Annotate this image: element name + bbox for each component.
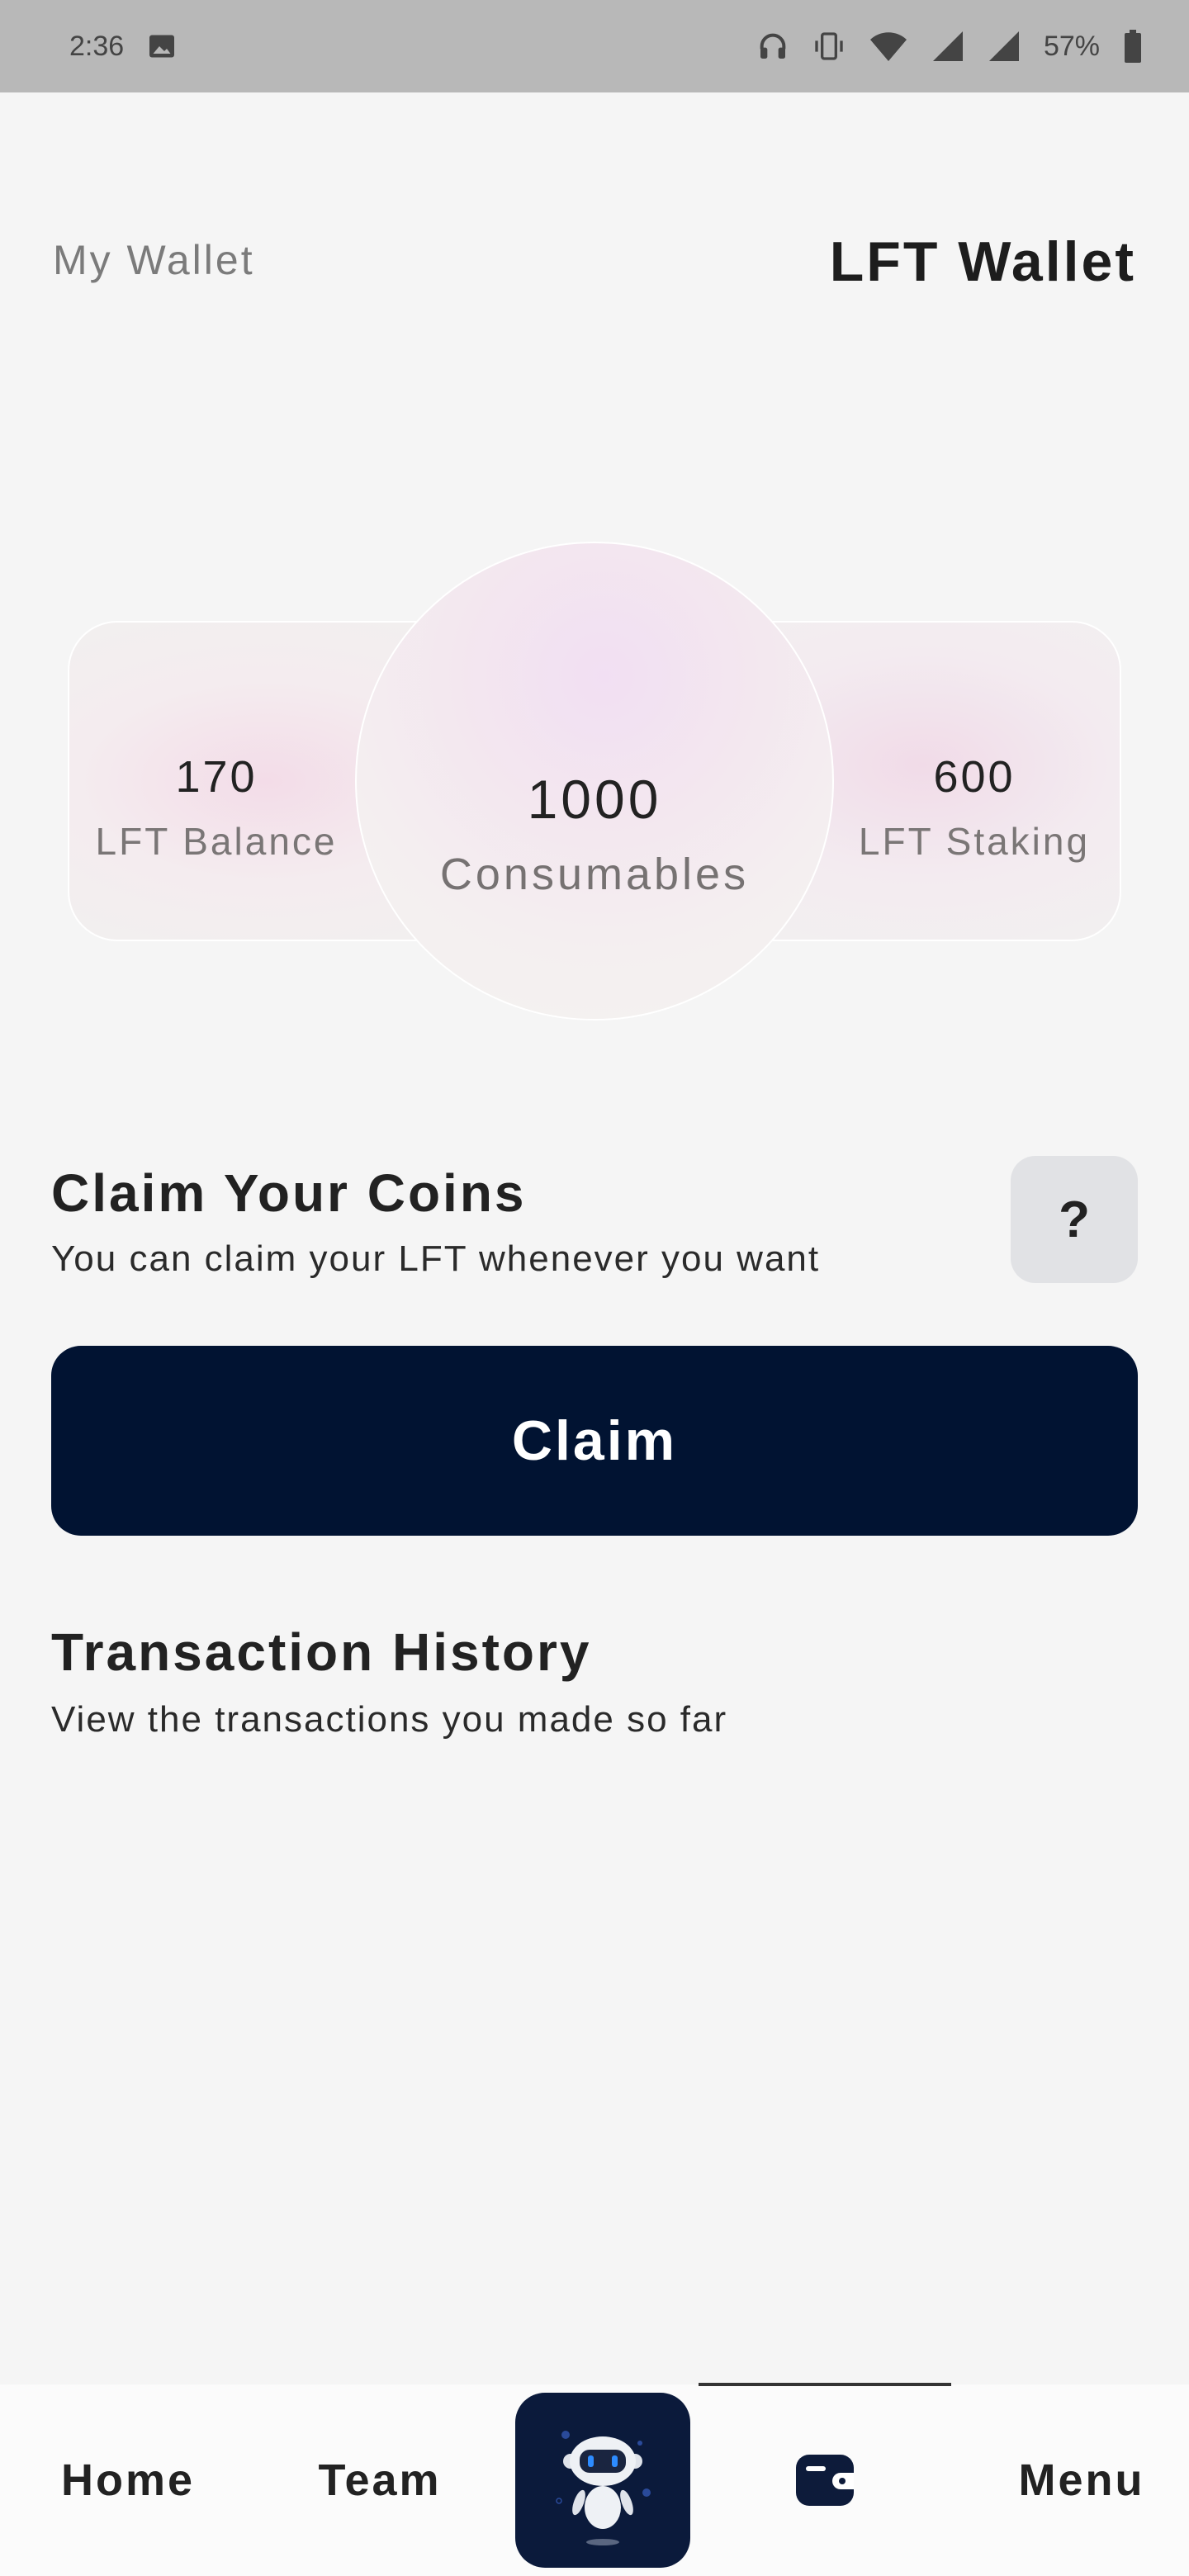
lft-staking-label: LFT Staking xyxy=(858,820,1091,863)
lft-balance-block: 170 LFT Balance xyxy=(68,751,365,864)
claim-title: Claim Your Coins xyxy=(51,1163,527,1223)
nav-home[interactable]: Home xyxy=(33,2384,223,2576)
status-bar: 2:36 57% xyxy=(0,0,1189,92)
vibrate-icon xyxy=(812,30,846,63)
claim-subtitle: You can claim your LFT whenever you want xyxy=(51,1238,821,1279)
consumables-block: 1000 Consumables xyxy=(355,768,834,900)
nav-active-indicator xyxy=(699,2383,951,2386)
wifi-icon xyxy=(869,30,908,63)
wallet-icon xyxy=(796,2455,854,2506)
robot-icon xyxy=(556,2431,651,2545)
transaction-history-title: Transaction History xyxy=(51,1622,592,1682)
lft-balance-value: 170 xyxy=(175,752,258,802)
nav-team[interactable]: Team xyxy=(289,2384,471,2576)
battery-percent: 57% xyxy=(1043,30,1100,62)
lft-balance-label: LFT Balance xyxy=(95,820,338,863)
transaction-history-subtitle: View the transactions you made so far xyxy=(51,1699,728,1740)
signal-icon xyxy=(931,30,964,63)
my-wallet-tab[interactable]: My Wallet xyxy=(53,236,255,284)
lft-staking-block: 600 LFT Staking xyxy=(826,751,1123,864)
status-time: 2:36 xyxy=(69,30,125,62)
claim-button[interactable]: Claim xyxy=(51,1346,1138,1536)
nav-wallet[interactable] xyxy=(699,2384,951,2576)
page-title: LFT Wallet xyxy=(829,230,1136,293)
consumables-label: Consumables xyxy=(439,850,750,899)
nav-menu[interactable]: Menu xyxy=(991,2384,1172,2576)
status-right: 57% xyxy=(756,30,1143,63)
battery-icon xyxy=(1123,30,1143,63)
help-button[interactable]: ? xyxy=(1011,1156,1138,1283)
signal-icon xyxy=(988,30,1021,63)
status-left: 2:36 xyxy=(69,31,177,63)
consumables-value: 1000 xyxy=(527,769,662,830)
image-icon xyxy=(147,31,177,61)
headphones-icon xyxy=(756,30,789,63)
lft-staking-value: 600 xyxy=(933,752,1016,802)
nav-robot-button[interactable] xyxy=(515,2393,690,2568)
